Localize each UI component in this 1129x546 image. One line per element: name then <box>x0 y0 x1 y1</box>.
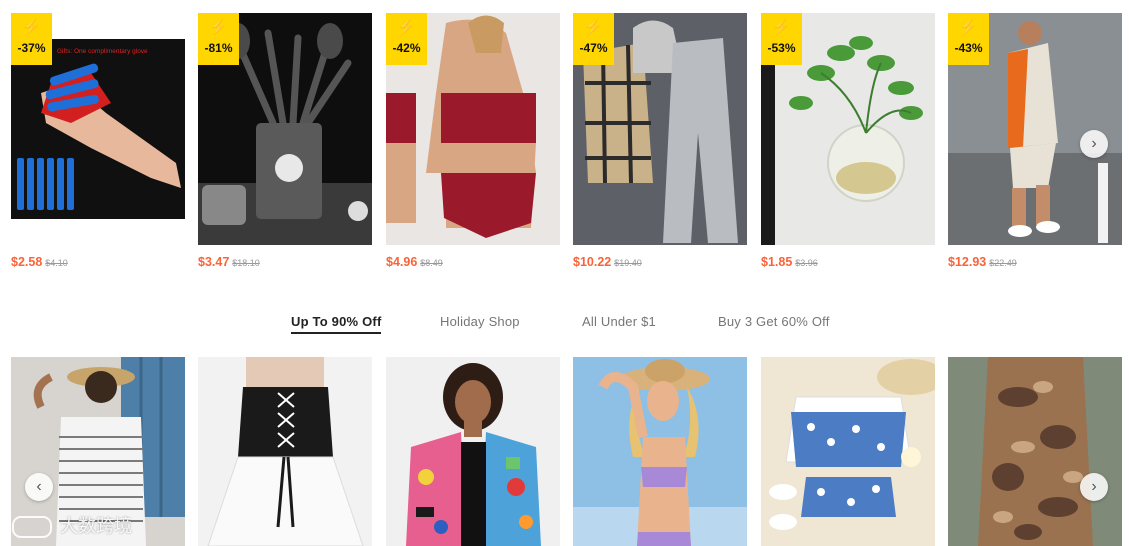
product-card[interactable] <box>573 357 747 546</box>
original-price: $3.96 <box>795 258 818 268</box>
original-price: $4.10 <box>45 258 68 268</box>
sale-price: $10.22 <box>573 255 612 269</box>
sale-price: $12.93 <box>948 255 987 269</box>
image-caption: Gifts: One complimentary glove <box>57 48 148 55</box>
product-image[interactable] <box>573 357 747 546</box>
sale-price: $3.47 <box>198 255 230 269</box>
original-price: $18.10 <box>232 258 260 268</box>
discount-percent: -37% <box>17 41 46 55</box>
price-line: $1.85 $3.96 <box>761 253 818 271</box>
carousel-next-button[interactable]: › <box>1080 473 1108 501</box>
price-line: $10.22 $19.40 <box>573 253 642 271</box>
discount-badge: ⚡ -47% <box>573 13 614 65</box>
flash-sale-row: Gifts: One complimentary glove ⚡ -37% $2… <box>0 13 1129 273</box>
tab-up-to-90-off[interactable]: Up To 90% Off <box>291 314 382 334</box>
product-card[interactable]: › <box>948 357 1122 546</box>
product-card[interactable]: ⚡ -53% $1.85 $3.96 <box>761 13 935 273</box>
product-image[interactable] <box>761 357 935 546</box>
lightning-icon: ⚡ <box>959 19 978 36</box>
original-price: $19.40 <box>614 258 642 268</box>
watermark-text: 大数跨境 <box>60 516 132 536</box>
tab-all-under-1[interactable]: All Under $1 <box>582 314 656 329</box>
carousel-prev-button[interactable]: ‹ <box>25 473 53 501</box>
chevron-right-icon: › <box>1091 478 1097 495</box>
lightning-icon: ⚡ <box>209 19 228 36</box>
discount-percent: -43% <box>954 41 983 55</box>
sale-price: $4.96 <box>386 255 418 269</box>
discount-percent: -47% <box>579 41 608 55</box>
discount-badge: ⚡ -37% <box>11 13 52 65</box>
price-line: $12.93 $22.49 <box>948 253 1017 271</box>
discount-badge: ⚡ -53% <box>761 13 802 65</box>
original-price: $22.49 <box>989 258 1017 268</box>
product-image[interactable] <box>198 357 372 546</box>
original-price: $8.49 <box>420 258 443 268</box>
discount-badge: ⚡ -43% <box>948 13 989 65</box>
discount-badge: ⚡ -42% <box>386 13 427 65</box>
tab-buy-3-get-60-off[interactable]: Buy 3 Get 60% Off <box>718 314 830 329</box>
discount-percent: -42% <box>392 41 421 55</box>
promo-tabs: Up To 90% Off Holiday Shop All Under $1 … <box>0 310 1129 336</box>
lightning-icon: ⚡ <box>397 19 416 36</box>
price-line: $2.58 $4.10 <box>11 253 68 271</box>
watermark-logo-icon <box>12 516 52 539</box>
sale-price: $2.58 <box>11 255 43 269</box>
chevron-left-icon: ‹ <box>36 478 42 495</box>
price-line: $4.96 $8.49 <box>386 253 443 271</box>
product-image[interactable] <box>948 357 1122 546</box>
watermark: 大数跨境 <box>12 512 132 539</box>
product-card[interactable]: ⚡ -43% › $12.93 $22.49 <box>948 13 1122 273</box>
product-row: ‹ › <box>0 357 1129 546</box>
product-card[interactable] <box>761 357 935 546</box>
lightning-icon: ⚡ <box>772 19 791 36</box>
product-card[interactable]: ⚡ -81% $3.47 $18.10 <box>198 13 372 273</box>
discount-percent: -53% <box>767 41 796 55</box>
product-card[interactable]: ⚡ -42% $4.96 $8.49 <box>386 13 560 273</box>
discount-badge: ⚡ -81% <box>198 13 239 65</box>
product-card[interactable] <box>198 357 372 546</box>
tab-holiday-shop[interactable]: Holiday Shop <box>440 314 520 329</box>
lightning-icon: ⚡ <box>584 19 603 36</box>
product-card[interactable] <box>386 357 560 546</box>
lightning-icon: ⚡ <box>22 19 41 36</box>
sale-price: $1.85 <box>761 255 793 269</box>
chevron-right-icon: › <box>1091 135 1097 152</box>
product-image[interactable] <box>386 357 560 546</box>
price-line: $3.47 $18.10 <box>198 253 260 271</box>
carousel-next-button[interactable]: › <box>1080 130 1108 158</box>
product-card[interactable]: ⚡ -47% $10.22 $19.40 <box>573 13 747 273</box>
product-card[interactable]: Gifts: One complimentary glove ⚡ -37% $2… <box>11 13 185 273</box>
discount-percent: -81% <box>204 41 233 55</box>
